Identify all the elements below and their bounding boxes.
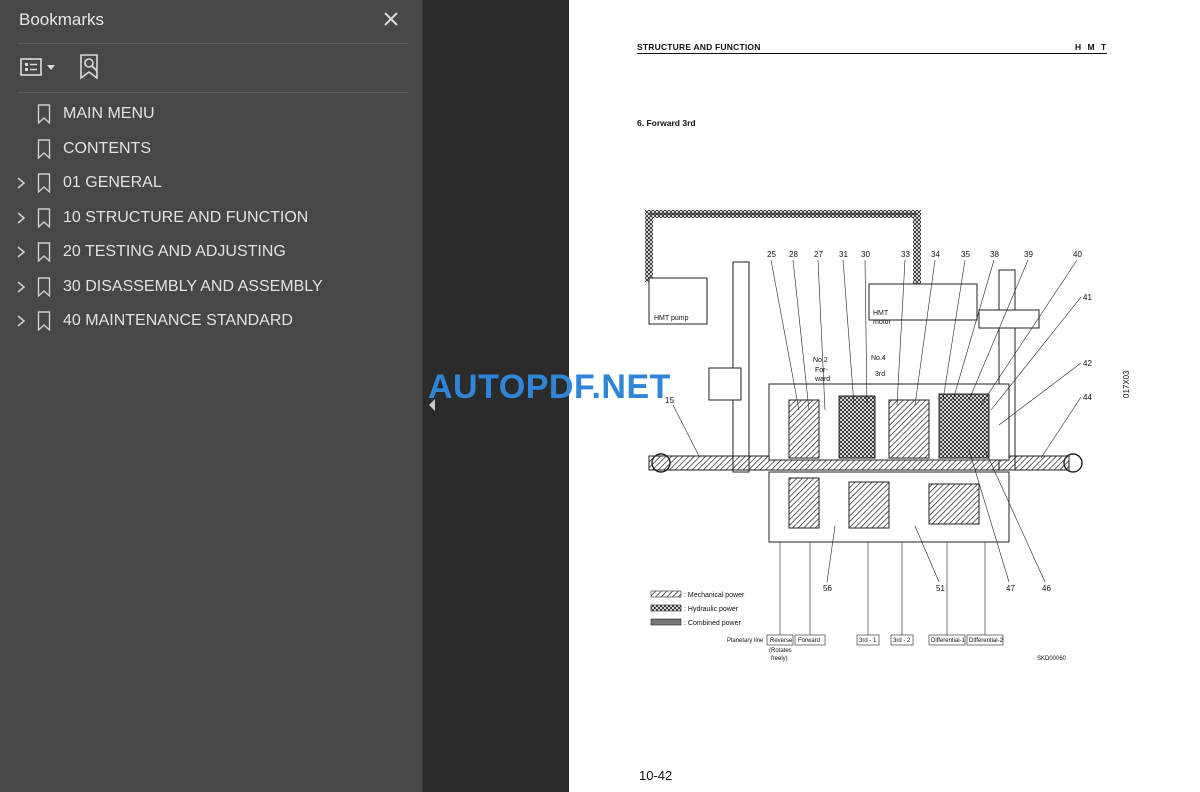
page-header-section: H M T — [1075, 42, 1109, 52]
hmt-power-flow-diagram: HMT pump HMT motor No.2 For- ward No.4 3… — [645, 210, 1092, 662]
legend-swatch-combined — [650, 618, 682, 626]
clutch-label: No.4 — [871, 355, 886, 362]
figure-code: 017X03 — [1122, 370, 1131, 398]
planetary-box-label: Reverse — [770, 638, 793, 644]
legend-label: : Mechanical power — [684, 592, 745, 599]
clutch-label: No.2 — [813, 357, 828, 364]
clutch-label: ward — [814, 376, 830, 383]
drawing-code: SKD00060 — [1037, 656, 1067, 662]
bookmark-label: 30 DISASSEMBLY AND ASSEMBLY — [63, 277, 323, 295]
bookmark-icon — [37, 276, 51, 297]
callout-number: 42 — [1083, 359, 1092, 368]
callout-number: 47 — [1006, 584, 1015, 593]
callout-number: 44 — [1083, 393, 1092, 402]
callout-number: 38 — [990, 250, 999, 259]
bookmark-icon — [37, 242, 51, 262]
bookmark-contents[interactable]: CONTENTS — [0, 132, 422, 167]
planetary-gear — [928, 483, 980, 525]
divider — [18, 92, 408, 93]
chevron-right-icon[interactable] — [14, 245, 28, 259]
bookmark-icon — [37, 207, 51, 228]
legend-swatch-hydraulic — [650, 604, 682, 612]
chevron-right-icon[interactable] — [14, 314, 28, 328]
legend-label: : Combined power — [684, 620, 741, 627]
planetary-box-label: Differential-2 — [969, 638, 1004, 644]
planetary-note: (Rotates — [769, 648, 792, 654]
bookmarks-header: Bookmarks — [0, 0, 422, 42]
chevron-right-icon[interactable] — [14, 280, 28, 294]
legend: : Mechanical power : Hydraulic power : C… — [650, 590, 745, 627]
header-rule — [637, 53, 1107, 54]
callout-number: 31 — [839, 250, 848, 259]
bookmark-40-maintenance[interactable]: 40 MAINTENANCE STANDARD — [0, 304, 422, 339]
bookmark-30-disassembly[interactable]: 30 DISASSEMBLY AND ASSEMBLY — [0, 270, 422, 305]
planetary-gear — [938, 393, 990, 459]
chevron-right-icon[interactable] — [14, 211, 28, 225]
clutch-pack — [888, 399, 930, 459]
section-title: 6. Forward 3rd — [637, 118, 696, 128]
callout-number: 34 — [931, 250, 940, 259]
pump-shaft — [732, 261, 750, 473]
bookmark-icon — [37, 104, 51, 124]
callout-number: 40 — [1073, 250, 1082, 259]
bookmarks-panel: Bookmarks MAIN MENU CONTENTS 01 GENERAL … — [0, 0, 423, 792]
planetary-box-label: Forward — [798, 638, 820, 644]
clutch-pack — [788, 399, 820, 459]
bookmark-label: 01 GENERAL — [63, 174, 162, 191]
callout-number: 25 — [767, 250, 776, 259]
callout-number: 41 — [1083, 293, 1092, 302]
callout-number: 56 — [823, 584, 832, 593]
bookmark-main-menu[interactable]: MAIN MENU — [0, 97, 422, 132]
bookmark-icon — [37, 173, 51, 193]
bookmark-label: CONTENTS — [63, 139, 151, 157]
bookmark-icon — [37, 138, 51, 159]
bookmark-label: MAIN MENU — [63, 105, 155, 122]
planetary-line-label: Planetary line — [727, 638, 764, 644]
clutch-pack — [848, 481, 890, 529]
bookmark-list: MAIN MENU CONTENTS 01 GENERAL 10 STRUCTU… — [0, 97, 422, 339]
close-icon[interactable] — [380, 8, 402, 30]
bookmark-01-general[interactable]: 01 GENERAL — [0, 166, 422, 201]
bookmark-label: 10 STRUCTURE AND FUNCTION — [63, 208, 309, 226]
bookmark-options-icon[interactable] — [18, 52, 58, 82]
planetary-drop-lines — [779, 542, 986, 635]
hmt-pump-label: HMT pump — [654, 315, 689, 322]
callout-number: 35 — [961, 250, 970, 259]
page-header-title: STRUCTURE AND FUNCTION — [637, 42, 761, 52]
bookmark-label: 40 MAINTENANCE STANDARD — [63, 312, 293, 329]
bookmark-label: 20 TESTING AND ADJUSTING — [63, 243, 286, 260]
watermark: AUTOPDF.NET — [428, 368, 671, 406]
callout-number: 46 — [1042, 584, 1051, 593]
callout-number: 39 — [1024, 250, 1033, 259]
clutch-pack — [788, 477, 820, 529]
planetary-box-label: 3rd - 2 — [893, 638, 911, 644]
planetary-note: freely) — [771, 656, 788, 662]
page-number: 10-42 — [639, 768, 673, 783]
clutch-label: For- — [815, 367, 829, 374]
find-bookmark-icon[interactable] — [76, 52, 106, 82]
divider — [18, 43, 408, 44]
hmt-motor-label: motor — [873, 319, 892, 326]
bookmarks-title: Bookmarks — [19, 10, 105, 29]
output-housing — [978, 309, 1040, 329]
hmt-motor-label: HMT — [873, 310, 889, 317]
planetary-box-label: 3rd - 1 — [859, 638, 877, 644]
bookmark-20-testing[interactable]: 20 TESTING AND ADJUSTING — [0, 235, 422, 270]
callout-number: 51 — [936, 584, 945, 593]
bookmarks-toolbar — [18, 50, 408, 86]
legend-swatch-mechanical — [650, 590, 682, 598]
chevron-right-icon[interactable] — [14, 176, 28, 190]
callout-number: 33 — [901, 250, 910, 259]
bookmark-icon — [37, 311, 51, 331]
clutch-pack — [838, 395, 876, 459]
legend-label: : Hydraulic power — [684, 606, 739, 613]
planetary-line: Planetary line Reverse Forward 3rd - 1 3… — [727, 634, 1067, 662]
pump-gear — [708, 367, 742, 401]
callout-number: 27 — [814, 250, 823, 259]
callout-number: 30 — [861, 250, 870, 259]
clutch-label: 3rd — [875, 371, 885, 378]
planetary-box-label: Differential-1 — [931, 638, 966, 644]
callout-number: 28 — [789, 250, 798, 259]
bookmark-10-structure[interactable]: 10 STRUCTURE AND FUNCTION — [0, 201, 422, 236]
